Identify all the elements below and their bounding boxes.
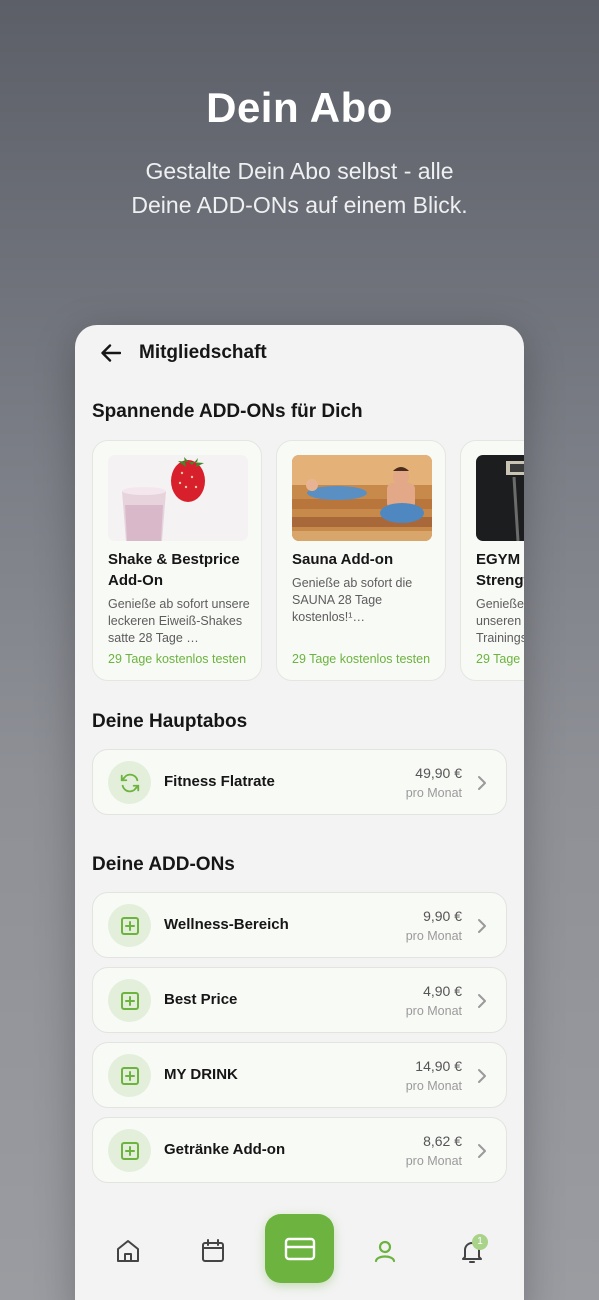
user-icon[interactable] bbox=[371, 1237, 399, 1265]
sauna-image bbox=[292, 455, 432, 541]
chevron-right-icon bbox=[478, 994, 486, 1008]
promo-trial-link[interactable]: 29 Tage kostenlos testen bbox=[108, 652, 246, 666]
addon-name: Best Price bbox=[164, 991, 238, 1008]
hero-title: Dein Abo bbox=[206, 84, 393, 131]
addon-price: 9,90 € bbox=[423, 908, 462, 924]
hero-subtitle: Gestalte Dein Abo selbst - alle Deine AD… bbox=[0, 154, 599, 222]
promo-title: Sauna Add-on bbox=[292, 551, 394, 568]
addon-period: pro Monat bbox=[405, 1004, 462, 1018]
promo-title: Shake & Bestprice Add-On bbox=[108, 551, 240, 589]
back-button[interactable] bbox=[99, 341, 123, 365]
addon-name: Wellness-Bereich bbox=[164, 916, 289, 933]
plus-square-icon bbox=[120, 991, 139, 1010]
subscription-icon-wrap bbox=[108, 761, 151, 804]
promos-heading: Spannende ADD-ONs für Dich bbox=[92, 401, 363, 422]
addons-heading: Deine ADD-ONs bbox=[92, 854, 235, 875]
arrow-left-icon bbox=[101, 344, 121, 362]
egym-machine-image bbox=[476, 455, 524, 541]
addon-period: pro Monat bbox=[405, 1154, 462, 1168]
plus-square-icon bbox=[120, 916, 139, 935]
top-bar: Mitgliedschaft bbox=[75, 325, 524, 383]
addon-icon-wrap bbox=[108, 1129, 151, 1172]
promo-title: EGYM Smart Strength bbox=[476, 551, 524, 589]
addon-price: 14,90 € bbox=[415, 1058, 462, 1074]
addon-price: 8,62 € bbox=[423, 1133, 462, 1149]
addon-row[interactable]: Best Price 4,90 € pro Monat bbox=[92, 967, 507, 1033]
promo-trial-link[interactable]: 29 Tage kostenlos testen bbox=[476, 652, 524, 666]
hero-subtitle-line-2: Deine ADD-ONs auf einem Blick. bbox=[131, 192, 468, 218]
subscription-row[interactable]: Fitness Flatrate 49,90 € pro Monat bbox=[92, 749, 507, 815]
promo-description: Genieße ab sofort die SAUNA 28 Tage kost… bbox=[292, 576, 413, 624]
addon-name: Getränke Add-on bbox=[164, 1141, 286, 1158]
hero-subtitle-line-1: Gestalte Dein Abo selbst - alle bbox=[145, 158, 454, 184]
promo-description: Genieße ab sofort unseren EGYM Trainings… bbox=[476, 597, 524, 645]
promo-carousel[interactable]: Shake & Bestprice Add-On Genieße ab sofo… bbox=[92, 440, 524, 682]
promo-card[interactable]: Sauna Add-on Genieße ab sofort die SAUNA… bbox=[276, 440, 446, 681]
addon-icon-wrap bbox=[108, 904, 151, 947]
calendar-icon[interactable] bbox=[199, 1237, 227, 1265]
addon-icon-wrap bbox=[108, 1054, 151, 1097]
addon-price: 4,90 € bbox=[423, 983, 462, 999]
addon-row[interactable]: MY DRINK 14,90 € pro Monat bbox=[92, 1042, 507, 1108]
subscription-period: pro Monat bbox=[405, 786, 462, 800]
addon-period: pro Monat bbox=[405, 1079, 462, 1093]
addon-row[interactable]: Wellness-Bereich 9,90 € pro Monat bbox=[92, 892, 507, 958]
home-icon[interactable] bbox=[114, 1237, 142, 1265]
subscription-price: 49,90 € bbox=[415, 765, 462, 781]
page-title: Mitgliedschaft bbox=[139, 342, 267, 363]
chevron-right-icon bbox=[478, 776, 486, 790]
addon-row[interactable]: Getränke Add-on 8,62 € pro Monat bbox=[92, 1117, 507, 1183]
phone-screen: Mitgliedschaft Spannende ADD-ONs für Dic… bbox=[75, 325, 524, 1300]
promo-card[interactable]: EGYM Smart Strength Genieße ab sofort un… bbox=[460, 440, 524, 681]
promo-card[interactable]: Shake & Bestprice Add-On Genieße ab sofo… bbox=[92, 440, 262, 681]
plus-square-icon bbox=[120, 1141, 139, 1160]
plus-square-icon bbox=[120, 1066, 139, 1085]
bottom-navigation: 1 bbox=[75, 1210, 524, 1300]
chevron-right-icon bbox=[478, 1069, 486, 1083]
refresh-icon bbox=[120, 773, 139, 792]
subscription-name: Fitness Flatrate bbox=[164, 773, 275, 790]
chevron-right-icon bbox=[478, 919, 486, 933]
card-icon bbox=[284, 1237, 315, 1260]
promo-description: Genieße ab sofort unsere leckeren Eiweiß… bbox=[108, 597, 250, 645]
main-subscriptions-heading: Deine Hauptabos bbox=[92, 711, 248, 732]
chevron-right-icon bbox=[478, 1144, 486, 1158]
promo-trial-link[interactable]: 29 Tage kostenlos testen bbox=[292, 652, 430, 666]
addon-period: pro Monat bbox=[405, 929, 462, 943]
membership-card-button[interactable] bbox=[265, 1214, 334, 1283]
notification-badge: 1 bbox=[472, 1234, 488, 1250]
addon-icon-wrap bbox=[108, 979, 151, 1022]
addon-name: MY DRINK bbox=[164, 1066, 238, 1083]
strawberry-shake-image bbox=[108, 455, 248, 541]
